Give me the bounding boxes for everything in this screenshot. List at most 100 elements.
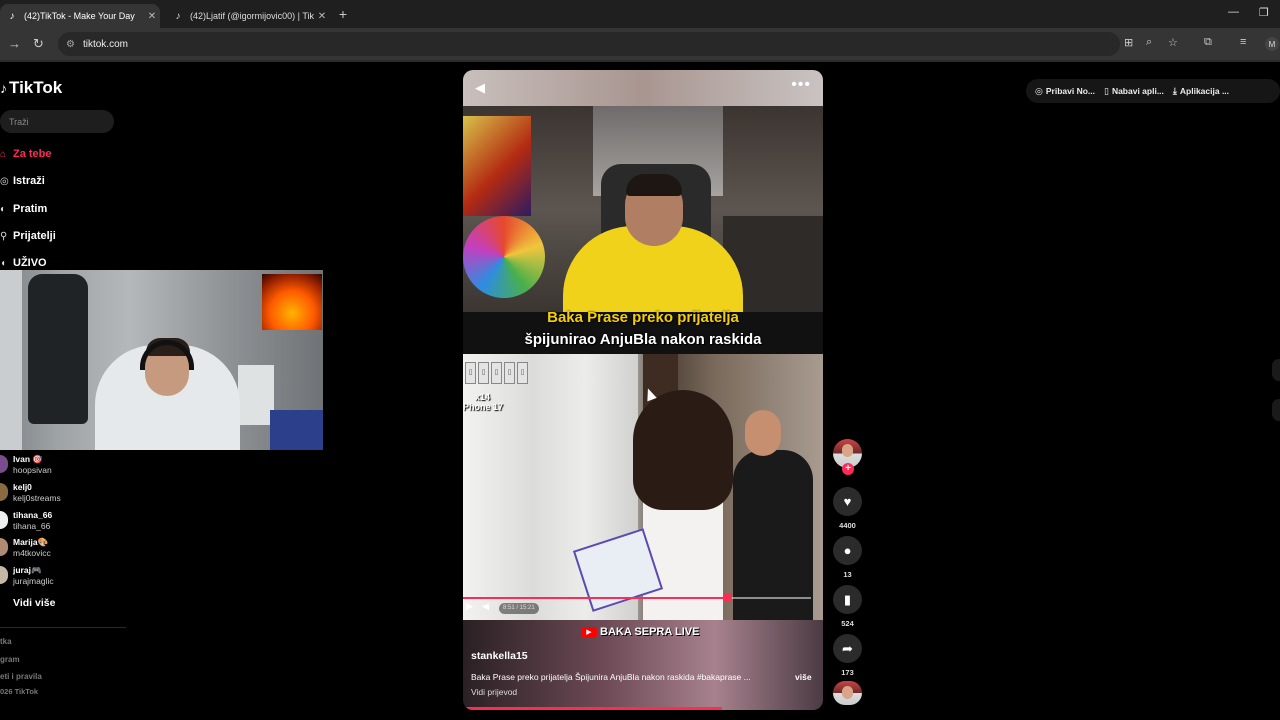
top-right-actions: ◎ Pribavi No... ▯ Nabavi apli... ⤓ Aplik… bbox=[1026, 79, 1280, 103]
reload-button[interactable]: ↻ bbox=[33, 36, 44, 52]
friends-icon: ⚲ bbox=[0, 230, 8, 242]
nav-item-friends[interactable]: ⚲ Prijatelji bbox=[0, 230, 56, 242]
follow-plus-icon[interactable]: + bbox=[842, 463, 854, 475]
more-options-icon[interactable]: ••• bbox=[791, 76, 811, 94]
search-placeholder: Traži bbox=[9, 116, 29, 127]
like-button[interactable]: ♥ bbox=[833, 487, 862, 516]
chrome-divider bbox=[0, 60, 1280, 62]
bookmark-star-icon[interactable]: ☆ bbox=[1168, 36, 1178, 49]
account-handle: kelj0streams bbox=[13, 493, 61, 503]
nav-item-for-you[interactable]: ⌂ Za tebe bbox=[0, 148, 52, 160]
pill-label: Pribavi No... bbox=[1045, 86, 1095, 96]
nav-label: Za tebe bbox=[13, 148, 52, 160]
following-account[interactable]: tihana_66 tihana_66 bbox=[0, 510, 52, 532]
get-coins-button[interactable]: ◎ Pribavi No... bbox=[1035, 86, 1095, 97]
following-account[interactable]: juraj🎮 jurajmaglic bbox=[0, 565, 54, 587]
following-account[interactable]: Ivan 🎯 hoopsivan bbox=[0, 454, 52, 476]
phone-icon: ▯ bbox=[478, 362, 489, 384]
see-translation-link[interactable]: Vidi prijevod bbox=[471, 687, 517, 697]
get-app-button[interactable]: ▯ Nabavi apli... bbox=[1104, 86, 1164, 97]
footer-link[interactable]: gram bbox=[0, 655, 20, 664]
maximize-button[interactable]: ❐ bbox=[1259, 6, 1269, 19]
following-account[interactable]: Marija🎨 m4tkovicc bbox=[0, 537, 51, 559]
extensions-icon[interactable]: ⧉ bbox=[1204, 36, 1212, 49]
watched-bar bbox=[463, 707, 723, 710]
nav-item-live[interactable]: ◖ UŽIVO bbox=[0, 257, 47, 269]
pill-label: Nabavi apli... bbox=[1111, 86, 1164, 96]
video-caption-line1: Baka Prase preko prijatelja bbox=[547, 309, 739, 326]
phone-icon: ▯ bbox=[517, 362, 528, 384]
phone-icon: ▯ bbox=[504, 362, 515, 384]
comment-button[interactable]: ● bbox=[833, 536, 862, 565]
avatar bbox=[0, 455, 8, 473]
video-description: Baka Prase preko prijatelja Špijunira An… bbox=[471, 672, 751, 682]
site-info-icon[interactable]: ⚙ bbox=[66, 39, 75, 50]
logo-text: TikTok bbox=[9, 78, 63, 97]
play-icon[interactable]: ▶ bbox=[466, 601, 473, 612]
video-upper-scene bbox=[463, 106, 823, 312]
avatar bbox=[0, 483, 8, 501]
video-caption-line2: špijunirao AnjuBla nakon raskida bbox=[524, 331, 762, 348]
desktop-app-button[interactable]: ⤓ Aplikacija ... bbox=[1173, 86, 1229, 97]
forward-button[interactable]: → bbox=[8, 36, 21, 51]
scene-woman-hair bbox=[633, 390, 733, 510]
account-name: Marija🎨 bbox=[13, 537, 49, 547]
phone-icon: ▯ bbox=[491, 362, 502, 384]
account-handle: hoopsivan bbox=[13, 465, 52, 475]
video-lower-scene bbox=[463, 354, 823, 620]
bookmark-icon: ▮ bbox=[843, 591, 852, 607]
close-tab-icon[interactable]: ✕ bbox=[144, 11, 160, 22]
nav-label: Pratim bbox=[13, 203, 48, 215]
save-button[interactable]: ▮ bbox=[833, 585, 862, 614]
account-handle: jurajmaglic bbox=[13, 576, 54, 586]
tiktok-logo[interactable]: ♪ TikTok bbox=[0, 78, 62, 98]
account-name: kelj0 bbox=[13, 482, 32, 492]
footer-link[interactable]: eti i pravila bbox=[0, 672, 42, 681]
install-app-icon[interactable]: ⊞ bbox=[1124, 36, 1133, 49]
new-tab-button[interactable]: + bbox=[336, 6, 350, 22]
description-more-link[interactable]: više bbox=[795, 672, 812, 682]
zoom-icon[interactable]: ⌕ bbox=[1146, 36, 1152, 49]
share-button[interactable]: ➦ bbox=[833, 634, 862, 663]
see-more-link[interactable]: Vidi više bbox=[13, 597, 55, 609]
video-top-bar: ◀ ••• bbox=[463, 70, 823, 106]
nav-label: UŽIVO bbox=[13, 257, 47, 269]
video-author[interactable]: stankella15 bbox=[471, 650, 528, 662]
account-handle: tihana_66 bbox=[13, 521, 51, 531]
share-count: 173 bbox=[841, 668, 854, 677]
live-badge-text: BAKA SEPRA LIVE bbox=[600, 626, 700, 638]
save-count: 524 bbox=[841, 619, 854, 628]
tab-tiktok-home[interactable]: ♪ (42)TikTok - Make Your Day ✕ bbox=[0, 4, 160, 28]
webcam-coat bbox=[28, 274, 88, 424]
mute-icon[interactable]: ◀ bbox=[482, 601, 489, 612]
search-input[interactable]: Traži bbox=[0, 110, 114, 133]
minimize-button[interactable]: — bbox=[1228, 6, 1239, 18]
nav-item-explore[interactable]: ◎ Istraži bbox=[0, 175, 45, 187]
youtube-icon: ▶ bbox=[581, 626, 597, 638]
profile-avatar[interactable]: M bbox=[1265, 37, 1279, 51]
webcam-shelf bbox=[238, 365, 274, 425]
compass-icon: ◎ bbox=[0, 175, 9, 187]
pill-label: Aplikacija ... bbox=[1179, 86, 1230, 96]
media-controls-icon[interactable]: ≡ bbox=[1240, 36, 1246, 48]
phone-icon: ▯ bbox=[465, 362, 476, 384]
like-count: 4400 bbox=[839, 521, 856, 530]
tab-tiktok-profile[interactable]: ♪ (42)Ljatif (@igormijovic00) | Tik ✕ bbox=[166, 4, 330, 28]
scene-person-hair bbox=[626, 174, 682, 196]
home-icon: ⌂ bbox=[0, 148, 7, 160]
scroll-up-button[interactable] bbox=[1272, 359, 1280, 381]
coin-icon: ◎ bbox=[1035, 85, 1043, 96]
following-account[interactable]: kelj0 kelj0streams bbox=[0, 482, 61, 504]
url-field[interactable]: ⚙ tiktok.com bbox=[58, 32, 1120, 56]
scroll-down-button[interactable] bbox=[1272, 399, 1280, 421]
tiktok-favicon-icon: ♪ bbox=[9, 10, 15, 22]
footer-link[interactable]: tka bbox=[0, 637, 12, 646]
volume-icon[interactable]: ◀ bbox=[475, 80, 485, 96]
comment-icon: ● bbox=[843, 543, 852, 558]
nav-item-following[interactable]: ◐ Pratim bbox=[0, 203, 47, 215]
nav-label: Istraži bbox=[13, 175, 45, 187]
account-name: juraj🎮 bbox=[13, 565, 42, 575]
heart-icon: ♥ bbox=[843, 494, 852, 509]
close-tab-icon[interactable]: ✕ bbox=[314, 11, 330, 22]
sound-disc-avatar[interactable] bbox=[833, 681, 862, 705]
